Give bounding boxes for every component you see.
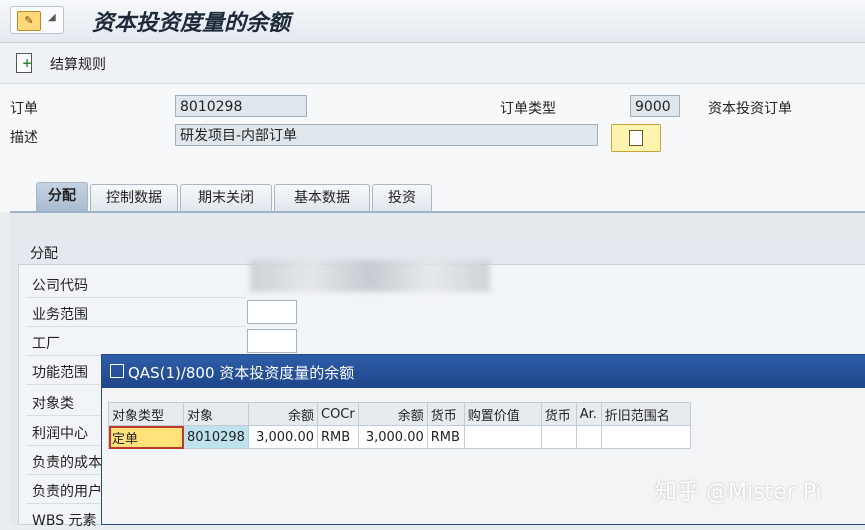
document-icon [629,130,643,146]
page-title: 资本投资度量的余额 [92,10,291,36]
table-header-row: 对象类型 对象 余额 COCr 余额 货币 购置价值 货币 Ar. 折旧范围名 [108,402,691,426]
dialog-title-bar[interactable]: QAS(1)/800 资本投资度量的余额 [102,355,865,388]
col-co-currency[interactable]: COCr [317,402,359,426]
cell-area[interactable] [575,425,602,449]
dialog-title: QAS(1)/800 资本投资度量的余额 [128,364,355,382]
col-depreciation-area-name[interactable]: 折旧范围名 [600,402,691,426]
window-icon [110,364,124,378]
col-acquisition-value[interactable]: 购置价值 [463,402,542,426]
functional-area-label: 功能范围 [32,365,88,381]
col-object[interactable]: 对象 [183,402,249,426]
col-balance[interactable]: 余额 [248,402,318,426]
col-currency[interactable]: 货币 [426,402,465,426]
col-area[interactable]: Ar. [575,402,602,426]
order-label: 订单 [10,101,38,117]
tab-assignment[interactable]: 分配 [36,182,88,211]
cell-currency[interactable]: RMB [426,425,465,449]
col-currency-2[interactable]: 货币 [540,402,577,426]
watermark: 知乎 @Mister Pi [655,480,822,505]
table-row[interactable]: 定单 8010298 3,000.00 RMB 3,000.00 RMB [108,425,691,449]
cell-currency-2[interactable] [540,425,577,449]
description-label: 描述 [10,130,38,146]
cell-balance-2[interactable]: 3,000.00 [357,425,428,449]
cell-depreciation-area-name[interactable] [600,425,691,449]
cell-co-currency[interactable]: RMB [317,425,359,449]
col-object-type[interactable]: 对象类型 [108,402,184,426]
sap-menu-icon: ✎ [17,11,41,31]
application-toolbar: 结算规则 [0,43,865,84]
responsible-user-label: 负责的用户 [32,484,102,500]
cell-acquisition-value[interactable] [463,425,542,449]
plant-label: 工厂 [32,336,60,352]
order-field[interactable]: 8010298 [175,95,307,117]
settlement-rule-icon[interactable] [16,53,32,73]
balance-table: 对象类型 对象 余额 COCr 余额 货币 购置价值 货币 Ar. 折旧范围名 … [108,402,691,449]
business-area-label: 业务范围 [32,307,88,323]
long-text-button[interactable] [611,124,661,152]
object-class-label: 对象类 [32,396,74,412]
row-divider [26,326,246,327]
company-code-value-redacted [250,260,490,292]
tab-period-end-closing[interactable]: 期末关闭 [180,184,272,211]
col-balance-2[interactable]: 余额 [357,402,428,426]
cell-object[interactable]: 8010298 [183,425,249,449]
settlement-rule-button[interactable]: 结算规则 [50,54,106,74]
tab-investments[interactable]: 投资 [372,184,432,211]
wbs-element-label: WBS 元素 [32,513,97,529]
order-type-label: 订单类型 [500,101,556,117]
dropdown-arrow-icon: ◢ [48,12,56,23]
order-type-text: 资本投资订单 [708,101,792,117]
cell-balance[interactable]: 3,000.00 [248,425,318,449]
row-divider [26,297,246,298]
order-type-field[interactable]: 9000 [630,95,680,117]
description-field[interactable]: 研发项目-内部订单 [175,124,598,146]
tab-control-data[interactable]: 控制数据 [90,184,178,211]
cell-object-type[interactable]: 定单 [108,425,184,449]
tab-general-data[interactable]: 基本数据 [274,184,370,211]
company-code-label: 公司代码 [32,278,88,294]
menu-button[interactable]: ✎ ◢ [10,6,64,34]
business-area-field[interactable] [247,300,297,324]
assignment-group-title: 分配 [30,246,58,262]
profit-center-label: 利润中心 [32,426,88,442]
plant-field[interactable] [247,329,297,353]
title-bar: ✎ ◢ 资本投资度量的余额 [0,0,865,43]
